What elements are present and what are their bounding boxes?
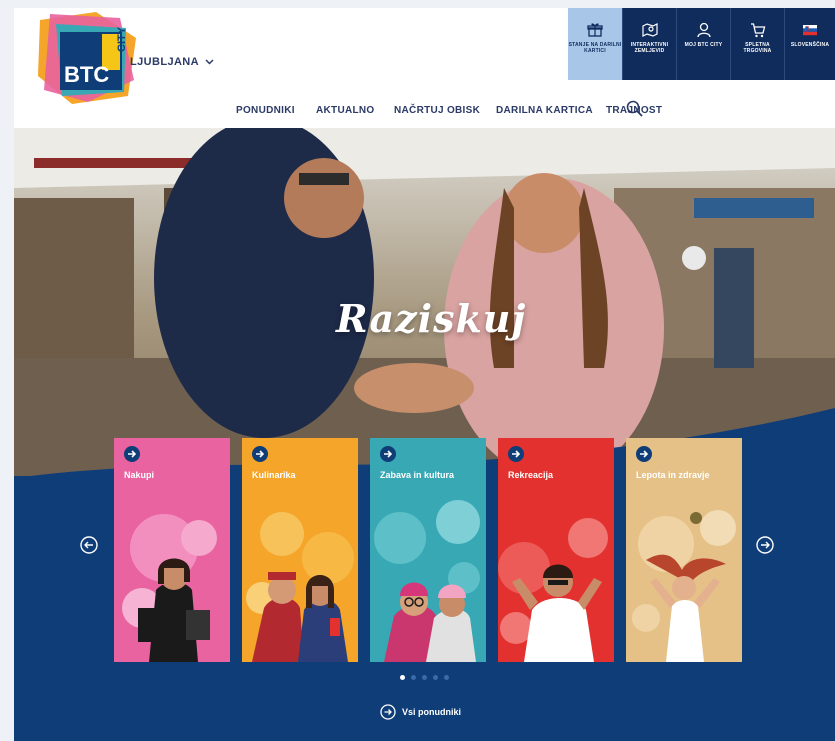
online-shop-button[interactable]: SPLETNA TRGOVINA [730, 8, 784, 80]
city-selector[interactable]: LJUBLJANA [130, 56, 214, 68]
carousel-dot[interactable] [411, 675, 416, 680]
user-icon [696, 22, 711, 38]
carousel-next-button[interactable] [756, 536, 774, 554]
card-title: Kulinarika [252, 470, 296, 480]
cart-icon [750, 23, 765, 38]
nav-item-nacrtuj-obisk[interactable]: NAČRTUJ OBISK [394, 105, 480, 116]
main-navigation: PONUDNIKI AKTUALNO NAČRTUJ OBISK DARILNA… [236, 100, 662, 118]
carousel-dot[interactable] [433, 675, 438, 680]
category-card-rekreacija[interactable]: Rekreacija [498, 438, 614, 662]
my-btc-city-button[interactable]: MOJ BTC CITY [676, 8, 730, 80]
carousel-prev-button[interactable] [80, 536, 98, 554]
card-illustration [246, 512, 354, 662]
category-card-kulinarika[interactable]: Kulinarika [242, 438, 358, 662]
logo-side-text: CITY [116, 26, 128, 52]
nav-item-ponudniki[interactable]: PONUDNIKI [236, 105, 295, 116]
carousel-dot[interactable] [444, 675, 449, 680]
gift-card-balance-button[interactable]: STANJE NA DARILNI KARTICI [568, 8, 622, 80]
btc-city-logo[interactable]: CITY BTC [36, 10, 140, 106]
arrow-right-circle-icon [380, 704, 396, 720]
arrow-right-icon [252, 446, 268, 462]
hero-title: Raziskuj [336, 296, 527, 341]
card-illustration [632, 510, 736, 662]
util-label: STANJE NA DARILNI KARTICI [568, 42, 622, 54]
all-providers-link[interactable]: Vsi ponudniki [380, 704, 461, 720]
carousel-dot[interactable] [400, 675, 405, 680]
arrow-right-icon [124, 446, 140, 462]
nav-item-aktualno[interactable]: AKTUALNO [316, 105, 375, 116]
arrow-right-icon [380, 446, 396, 462]
card-title: Zabava in kultura [380, 470, 455, 480]
gift-card-icon [587, 23, 603, 37]
logo-main-text: BTC [64, 62, 109, 87]
all-providers-label: Vsi ponudniki [402, 707, 462, 717]
chevron-down-icon [205, 59, 214, 65]
carousel-dots [400, 675, 449, 680]
card-illustration [122, 514, 217, 662]
slovenia-flag-icon [803, 25, 817, 36]
card-title: Nakupi [124, 470, 155, 480]
util-label: SPLETNA TRGOVINA [743, 42, 772, 54]
page: CITY BTC LJUBLJANA STANJE NA DARILNI KAR… [14, 8, 835, 741]
interactive-map-icon [641, 23, 658, 37]
language-button[interactable]: SLOVENŠČINA [784, 8, 835, 80]
card-illustration [374, 500, 480, 662]
carousel-dot[interactable] [422, 675, 427, 680]
arrow-right-icon [508, 446, 524, 462]
arrow-right-icon [636, 446, 652, 462]
category-card-lepota-in-zdravje[interactable]: Lepota in zdravje [626, 438, 742, 662]
util-label: MOJ BTC CITY [684, 42, 723, 48]
util-label: SLOVENŠČINA [790, 42, 830, 48]
util-label: INTERAKTIVNI ZEMLJEVID [630, 42, 669, 54]
interactive-map-button[interactable]: INTERAKTIVNI ZEMLJEVID [622, 8, 676, 80]
search-icon[interactable] [626, 100, 644, 118]
card-title: Lepota in zdravje [636, 470, 710, 480]
city-label: LJUBLJANA [130, 56, 199, 68]
category-card-zabava-in-kultura[interactable]: Zabava in kultura [370, 438, 486, 662]
card-title: Rekreacija [508, 470, 554, 480]
category-card-nakupi[interactable]: Nakupi [114, 438, 230, 662]
card-illustration [498, 518, 608, 662]
nav-item-darilna-kartica[interactable]: DARILNA KARTICA [496, 105, 593, 116]
